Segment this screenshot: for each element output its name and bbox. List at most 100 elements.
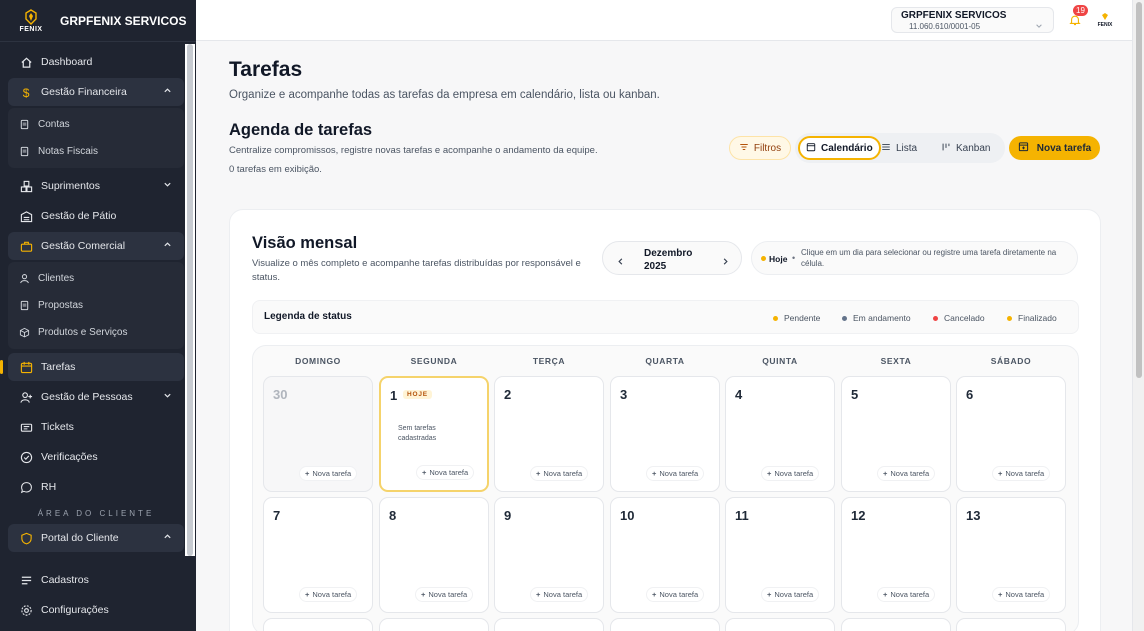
sidebar-item-tickets[interactable]: Tickets [8, 413, 184, 441]
sidebar-item-gestao-financeira[interactable]: $ Gestão Financeira [8, 78, 184, 106]
day-cell[interactable] [956, 618, 1066, 631]
weekday-header: SEXTA [880, 356, 912, 366]
chevron-left-icon[interactable] [616, 253, 625, 271]
day-cell[interactable] [725, 618, 835, 631]
sidebar-item-produtos-servicos[interactable]: Produtos e Serviços [8, 319, 184, 346]
company-logo[interactable]: FENIX [14, 6, 48, 36]
day-cell[interactable] [379, 618, 489, 631]
chevron-right-icon[interactable] [721, 253, 730, 271]
filters-label: Filtros [753, 142, 782, 154]
sidebar-item-configuracoes[interactable]: Configurações [8, 596, 184, 624]
page-scrollbar[interactable] [1132, 0, 1144, 631]
month-grid: DOMINGO SEGUNDA TERÇA QUARTA QUINTA SEXT… [252, 345, 1079, 631]
day-cell[interactable]: 7 + Nova tarefa [263, 497, 373, 613]
sidebar-item-label: RH [41, 481, 57, 493]
view-toggle: Calendário Lista Kanban [795, 133, 1005, 163]
weekday-header: QUARTA [645, 356, 685, 366]
day-cell[interactable]: 12 + Nova tarefa [841, 497, 951, 613]
add-task-button[interactable]: + Nova tarefa [992, 587, 1051, 602]
add-task-label: Nova tarefa [659, 469, 699, 478]
sidebar-scrollbar[interactable] [185, 44, 195, 556]
add-task-button[interactable]: + Nova tarefa [646, 466, 705, 481]
add-task-button[interactable]: + Nova tarefa [415, 587, 474, 602]
add-task-label: Nova tarefa [312, 469, 352, 478]
sidebar-item-cadastros[interactable]: Cadastros [8, 566, 184, 594]
day-cell[interactable] [610, 618, 720, 631]
sidebar-item-propostas[interactable]: Propostas [8, 292, 184, 319]
status-dot [773, 315, 778, 321]
sidebar-item-portal-cliente[interactable]: Portal do Cliente [8, 524, 184, 552]
sidebar-item-verificacoes[interactable]: Verificações [8, 443, 184, 471]
day-cell[interactable]: 3 + Nova tarefa [610, 376, 720, 492]
day-cell[interactable] [494, 618, 604, 631]
add-task-button[interactable]: + Nova tarefa [299, 466, 358, 481]
tab-lista[interactable]: Lista [875, 136, 923, 160]
sidebar-item-contas[interactable]: Contas [8, 111, 184, 138]
day-cell[interactable]: 4 + Nova tarefa [725, 376, 835, 492]
user-avatar-logo[interactable]: FENIX [1095, 12, 1115, 28]
day-cell[interactable]: 5 + Nova tarefa [841, 376, 951, 492]
add-task-button[interactable]: + Nova tarefa [416, 465, 475, 480]
ticket-icon [19, 420, 33, 434]
add-task-button[interactable]: + Nova tarefa [992, 466, 1051, 481]
dollar-icon: $ [19, 85, 33, 99]
sidebar-item-label: Configurações [41, 604, 109, 616]
day-cell[interactable]: 10 + Nova tarefa [610, 497, 720, 613]
add-task-button[interactable]: + Nova tarefa [299, 587, 358, 602]
mini-logo-text: FENIX [1098, 22, 1113, 28]
day-cell-today[interactable]: 1 HOJE Sem tarefas cadastradas + Nova tar… [379, 376, 489, 492]
current-month: Dezembro 2025 [644, 247, 692, 273]
day-cell[interactable] [263, 618, 373, 631]
add-task-button[interactable]: + Nova tarefa [761, 587, 820, 602]
day-cell[interactable]: 8 + Nova tarefa [379, 497, 489, 613]
day-cell[interactable]: 30 + Nova tarefa [263, 376, 373, 492]
day-cell[interactable]: 2 + Nova tarefa [494, 376, 604, 492]
tab-lista-label: Lista [896, 142, 918, 154]
sidebar-item-suprimentos[interactable]: Suprimentos [8, 172, 184, 200]
sidebar-item-tarefas[interactable]: Tarefas [0, 353, 184, 381]
add-task-button[interactable]: + Nova tarefa [530, 466, 589, 481]
day-cell[interactable]: 11 + Nova tarefa [725, 497, 835, 613]
day-cell[interactable]: 9 + Nova tarefa [494, 497, 604, 613]
day-number: 9 [504, 508, 512, 523]
new-task-button[interactable]: Nova tarefa [1009, 136, 1100, 160]
sidebar-scrollbar-thumb[interactable] [187, 44, 193, 556]
add-task-button[interactable]: + Nova tarefa [530, 587, 589, 602]
legend-title: Legenda de status [264, 311, 352, 322]
package-icon [19, 327, 31, 339]
add-task-button[interactable]: + Nova tarefa [877, 587, 936, 602]
filters-button[interactable]: Filtros [729, 136, 791, 160]
add-task-label: Nova tarefa [543, 590, 583, 599]
check-circle-icon [19, 450, 33, 464]
sidebar-item-dashboard[interactable]: Dashboard [8, 48, 184, 76]
sidebar-item-gestao-comercial[interactable]: Gestão Comercial [8, 232, 184, 260]
hint-text: Clique em um dia para selecionar ou regi… [801, 248, 1057, 268]
sidebar-item-clientes[interactable]: Clientes [8, 265, 184, 292]
calendar-hint: Hoje • Clique em um dia para selecionar … [751, 241, 1078, 275]
tab-calendario[interactable]: Calendário [798, 136, 881, 160]
month-name: Dezembro [644, 248, 693, 259]
page-scrollbar-thumb[interactable] [1136, 2, 1142, 378]
company-cnpj: 11.060.610/0001-05 [909, 22, 981, 31]
add-task-button[interactable]: + Nova tarefa [646, 587, 705, 602]
status-dot [1007, 315, 1012, 321]
tab-kanban[interactable]: Kanban [935, 136, 996, 160]
day-cell[interactable]: 13 + Nova tarefa [956, 497, 1066, 613]
agenda-count: 0 tarefas em exibição. [229, 164, 322, 175]
sidebar-item-gestao-pessoas[interactable]: Gestão de Pessoas [8, 383, 184, 411]
day-cell[interactable]: 6 + Nova tarefa [956, 376, 1066, 492]
sidebar-item-notas-fiscais[interactable]: Notas Fiscais [8, 138, 184, 165]
sidebar-item-label: Notas Fiscais [38, 146, 99, 157]
company-selector[interactable]: GRPFENIX SERVICOS 11.060.610/0001-05 [891, 7, 1054, 33]
sidebar-item-rh[interactable]: RH [8, 473, 184, 501]
comercial-submenu: Clientes Propostas Produtos e Serviços [8, 262, 184, 349]
day-cell[interactable] [841, 618, 951, 631]
agenda-title: Agenda de tarefas [229, 121, 373, 139]
chevron-up-icon [163, 240, 172, 252]
user-icon [19, 273, 31, 285]
brand: FENIX GRPFENIX SERVICOS [0, 0, 196, 42]
sidebar-item-gestao-patio[interactable]: Gestão de Pátio [8, 202, 184, 230]
add-task-button[interactable]: + Nova tarefa [877, 466, 936, 481]
section-label-area-cliente: ÁREA DO CLIENTE [37, 509, 155, 518]
add-task-button[interactable]: + Nova tarefa [761, 466, 820, 481]
